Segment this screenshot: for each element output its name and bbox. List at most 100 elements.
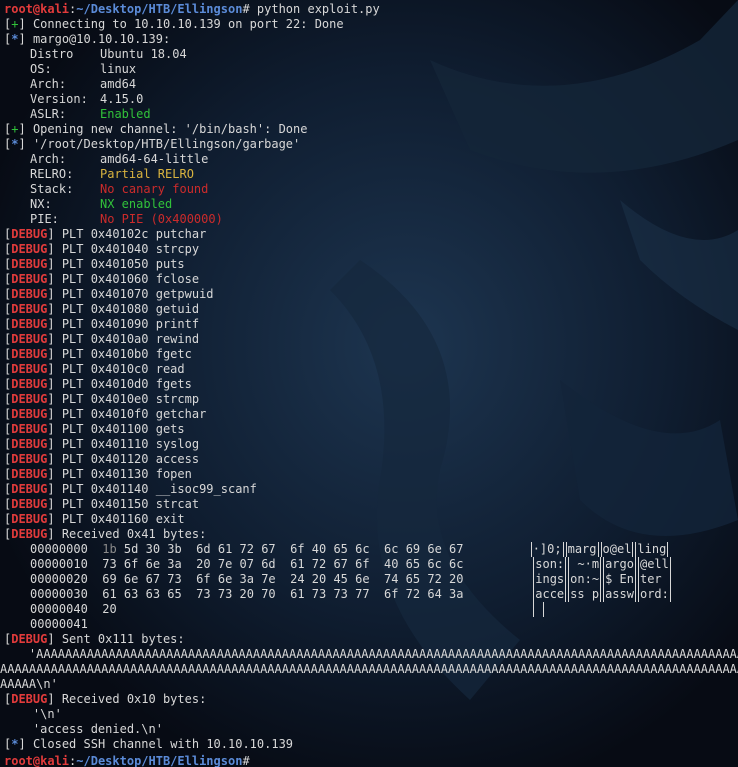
hexdump-ascii: @ell xyxy=(637,557,671,572)
status-tag: [*] xyxy=(4,32,26,46)
kv-key: Arch: xyxy=(30,152,67,166)
debug-tag: DEBUG xyxy=(11,692,48,706)
payload-line: AAAAA\n' xyxy=(0,677,58,691)
kv-value: Enabled xyxy=(100,107,151,121)
debug-tag: DEBUG xyxy=(11,272,48,286)
debug-tag: DEBUG xyxy=(11,527,48,541)
hexdump-ascii xyxy=(533,602,545,617)
received-text: Received 0x10 bytes: xyxy=(61,692,207,706)
kv-value: No canary found xyxy=(100,182,209,196)
debug-tag: DEBUG xyxy=(11,467,48,481)
hexdump-bytes: 5d 30 3b 6d 61 72 67 6f 40 65 6c 6c 69 6… xyxy=(116,542,464,556)
debug-tag: DEBUG xyxy=(11,257,48,271)
kv-key: NX: xyxy=(30,197,52,211)
plt-entry: PLT 0x401130 fopen xyxy=(61,467,192,481)
debug-plt-line: [DEBUG] PLT 0x4010d0 fgets xyxy=(4,377,192,391)
plt-entry: PLT 0x401090 printf xyxy=(61,317,200,331)
payload-line: 'AAAAAAAAAAAAAAAAAAAAAAAAAAAAAAAAAAAAAAA… xyxy=(0,647,738,661)
hexdump-ascii: argo xyxy=(603,557,636,572)
debug-tag: DEBUG xyxy=(11,227,48,241)
hexdump-ascii: ling xyxy=(635,542,669,557)
kv-line: Arch: amd64 xyxy=(4,77,738,92)
plt-entry: PLT 0x401150 strcat xyxy=(61,497,200,511)
debug-plt-line: [DEBUG] PLT 0x40102c putchar xyxy=(4,227,207,241)
debug-plt-line: [DEBUG] PLT 0x401130 fopen xyxy=(4,467,192,481)
hexdump-byte: 1b xyxy=(102,542,117,556)
binary-path: '/root/Desktop/HTB/Ellingson/garbage' xyxy=(32,137,301,151)
debug-tag: DEBUG xyxy=(11,497,48,511)
hexdump-bytes: 69 6e 67 73 6f 6e 3a 7e 24 20 45 6e 74 6… xyxy=(102,572,464,586)
hexdump-bytes: 61 63 63 65 73 73 20 70 61 73 73 77 6f 7… xyxy=(102,587,464,601)
debug-tag: DEBUG xyxy=(11,332,48,346)
prompt-symbol: # xyxy=(242,754,250,767)
kv-key: PIE: xyxy=(30,212,59,226)
hexdump-offset: 00000040 xyxy=(30,602,88,616)
hexdump-offset: 00000000 xyxy=(30,542,88,556)
debug-tag: DEBUG xyxy=(11,242,48,256)
hexdump-ascii: acce xyxy=(533,587,567,602)
debug-tag: DEBUG xyxy=(11,437,48,451)
sent-text: Sent 0x111 bytes: xyxy=(61,632,185,646)
kv-line: Stack: No canary found xyxy=(4,182,738,197)
kv-line: Arch: amd64-64-little xyxy=(4,152,738,167)
kv-value: 4.15.0 xyxy=(100,92,144,106)
kv-line: OS: linux xyxy=(4,62,738,77)
kv-line: Version: 4.15.0 xyxy=(4,92,738,107)
kv-value: amd64-64-little xyxy=(100,152,209,166)
prompt-path: ~/Desktop/HTB/Ellingson xyxy=(76,754,243,767)
kv-key: ASLR: xyxy=(30,107,67,121)
prompt-command: python exploit.py xyxy=(249,2,380,16)
kv-key: RELRO: xyxy=(30,167,74,181)
connecting-text: Connecting to 10.10.10.139 on port 22: D… xyxy=(32,17,344,31)
debug-plt-line: [DEBUG] PLT 0x401100 gets xyxy=(4,422,185,436)
hexdump-row: 00000040 20 xyxy=(4,602,738,617)
output-line: [DEBUG] Received 0x10 bytes: xyxy=(4,692,207,706)
plt-entry: PLT 0x401120 access xyxy=(61,452,200,466)
plt-list: [DEBUG] PLT 0x40102c putchar [DEBUG] PLT … xyxy=(4,227,738,527)
prompt-line[interactable]: root@kali:~/Desktop/HTB/Ellingson# xyxy=(4,752,738,767)
plt-entry: PLT 0x401110 syslog xyxy=(61,437,200,451)
debug-tag: DEBUG xyxy=(11,512,48,526)
kv-value: Partial RELRO xyxy=(100,167,194,181)
terminal-cursor[interactable] xyxy=(250,752,257,765)
prompt-path: ~/Desktop/HTB/Ellingson xyxy=(76,2,243,16)
plt-entry: PLT 0x401080 getuid xyxy=(61,302,200,316)
hexdump-ascii: marg xyxy=(565,542,599,557)
output-line: [*] margo@10.10.10.139: xyxy=(4,32,738,47)
hexdump-ascii: on:~ xyxy=(568,572,602,587)
kv-key: Distro xyxy=(30,47,74,61)
host-text: margo@10.10.10.139: xyxy=(32,32,171,46)
debug-plt-line: [DEBUG] PLT 0x401080 getuid xyxy=(4,302,200,316)
hexdump-ascii: ings xyxy=(533,572,567,587)
output-line: [+] Opening new channel: '/bin/bash': Do… xyxy=(4,122,738,137)
prompt-user: root@kali xyxy=(4,754,70,767)
hexdump-offset: 00000041 xyxy=(30,617,88,631)
hexdump-ascii: ·]0; xyxy=(530,542,564,557)
hexdump-ascii: ss p xyxy=(568,587,602,602)
debug-plt-line: [DEBUG] PLT 0x401060 fclose xyxy=(4,272,200,286)
closed-text: Closed SSH channel with 10.10.10.139 xyxy=(32,737,294,751)
hexdump-ascii: son: xyxy=(533,557,567,572)
plt-entry: PLT 0x401100 gets xyxy=(61,422,185,436)
output-line: [*] Closed SSH channel with 10.10.10.139 xyxy=(4,737,738,752)
debug-tag: DEBUG xyxy=(11,392,48,406)
hexdump-offset: 00000010 xyxy=(30,557,88,571)
kv-key: Stack: xyxy=(30,182,74,196)
debug-plt-line: [DEBUG] PLT 0x4010f0 getchar xyxy=(4,407,207,421)
plt-entry: PLT 0x4010a0 rewind xyxy=(61,332,200,346)
terminal-output: root@kali:~/Desktop/HTB/Ellingson# pytho… xyxy=(0,2,738,767)
kv-line: RELRO: Partial RELRO xyxy=(4,167,738,182)
debug-plt-line: [DEBUG] PLT 0x4010e0 strcmp xyxy=(4,392,200,406)
debug-tag: DEBUG xyxy=(11,287,48,301)
kv-value: NX enabled xyxy=(100,197,173,211)
debug-plt-line: [DEBUG] PLT 0x4010b0 fgetc xyxy=(4,347,192,361)
kv-line: NX: NX enabled xyxy=(4,197,738,212)
plt-entry: PLT 0x4010c0 read xyxy=(61,362,185,376)
debug-tag: DEBUG xyxy=(11,377,48,391)
status-tag: [+] xyxy=(4,122,26,136)
kv-value: amd64 xyxy=(100,77,137,91)
payload-line: AAAAAAAAAAAAAAAAAAAAAAAAAAAAAAAAAAAAAAAA… xyxy=(0,662,738,676)
output-line: [+] Connecting to 10.10.10.139 on port 2… xyxy=(4,17,738,32)
debug-plt-line: [DEBUG] PLT 0x401110 syslog xyxy=(4,437,200,451)
hexdump-row: 00000000 1b 5d 30 3b 6d 61 72 67 6f 40 6… xyxy=(4,542,738,557)
